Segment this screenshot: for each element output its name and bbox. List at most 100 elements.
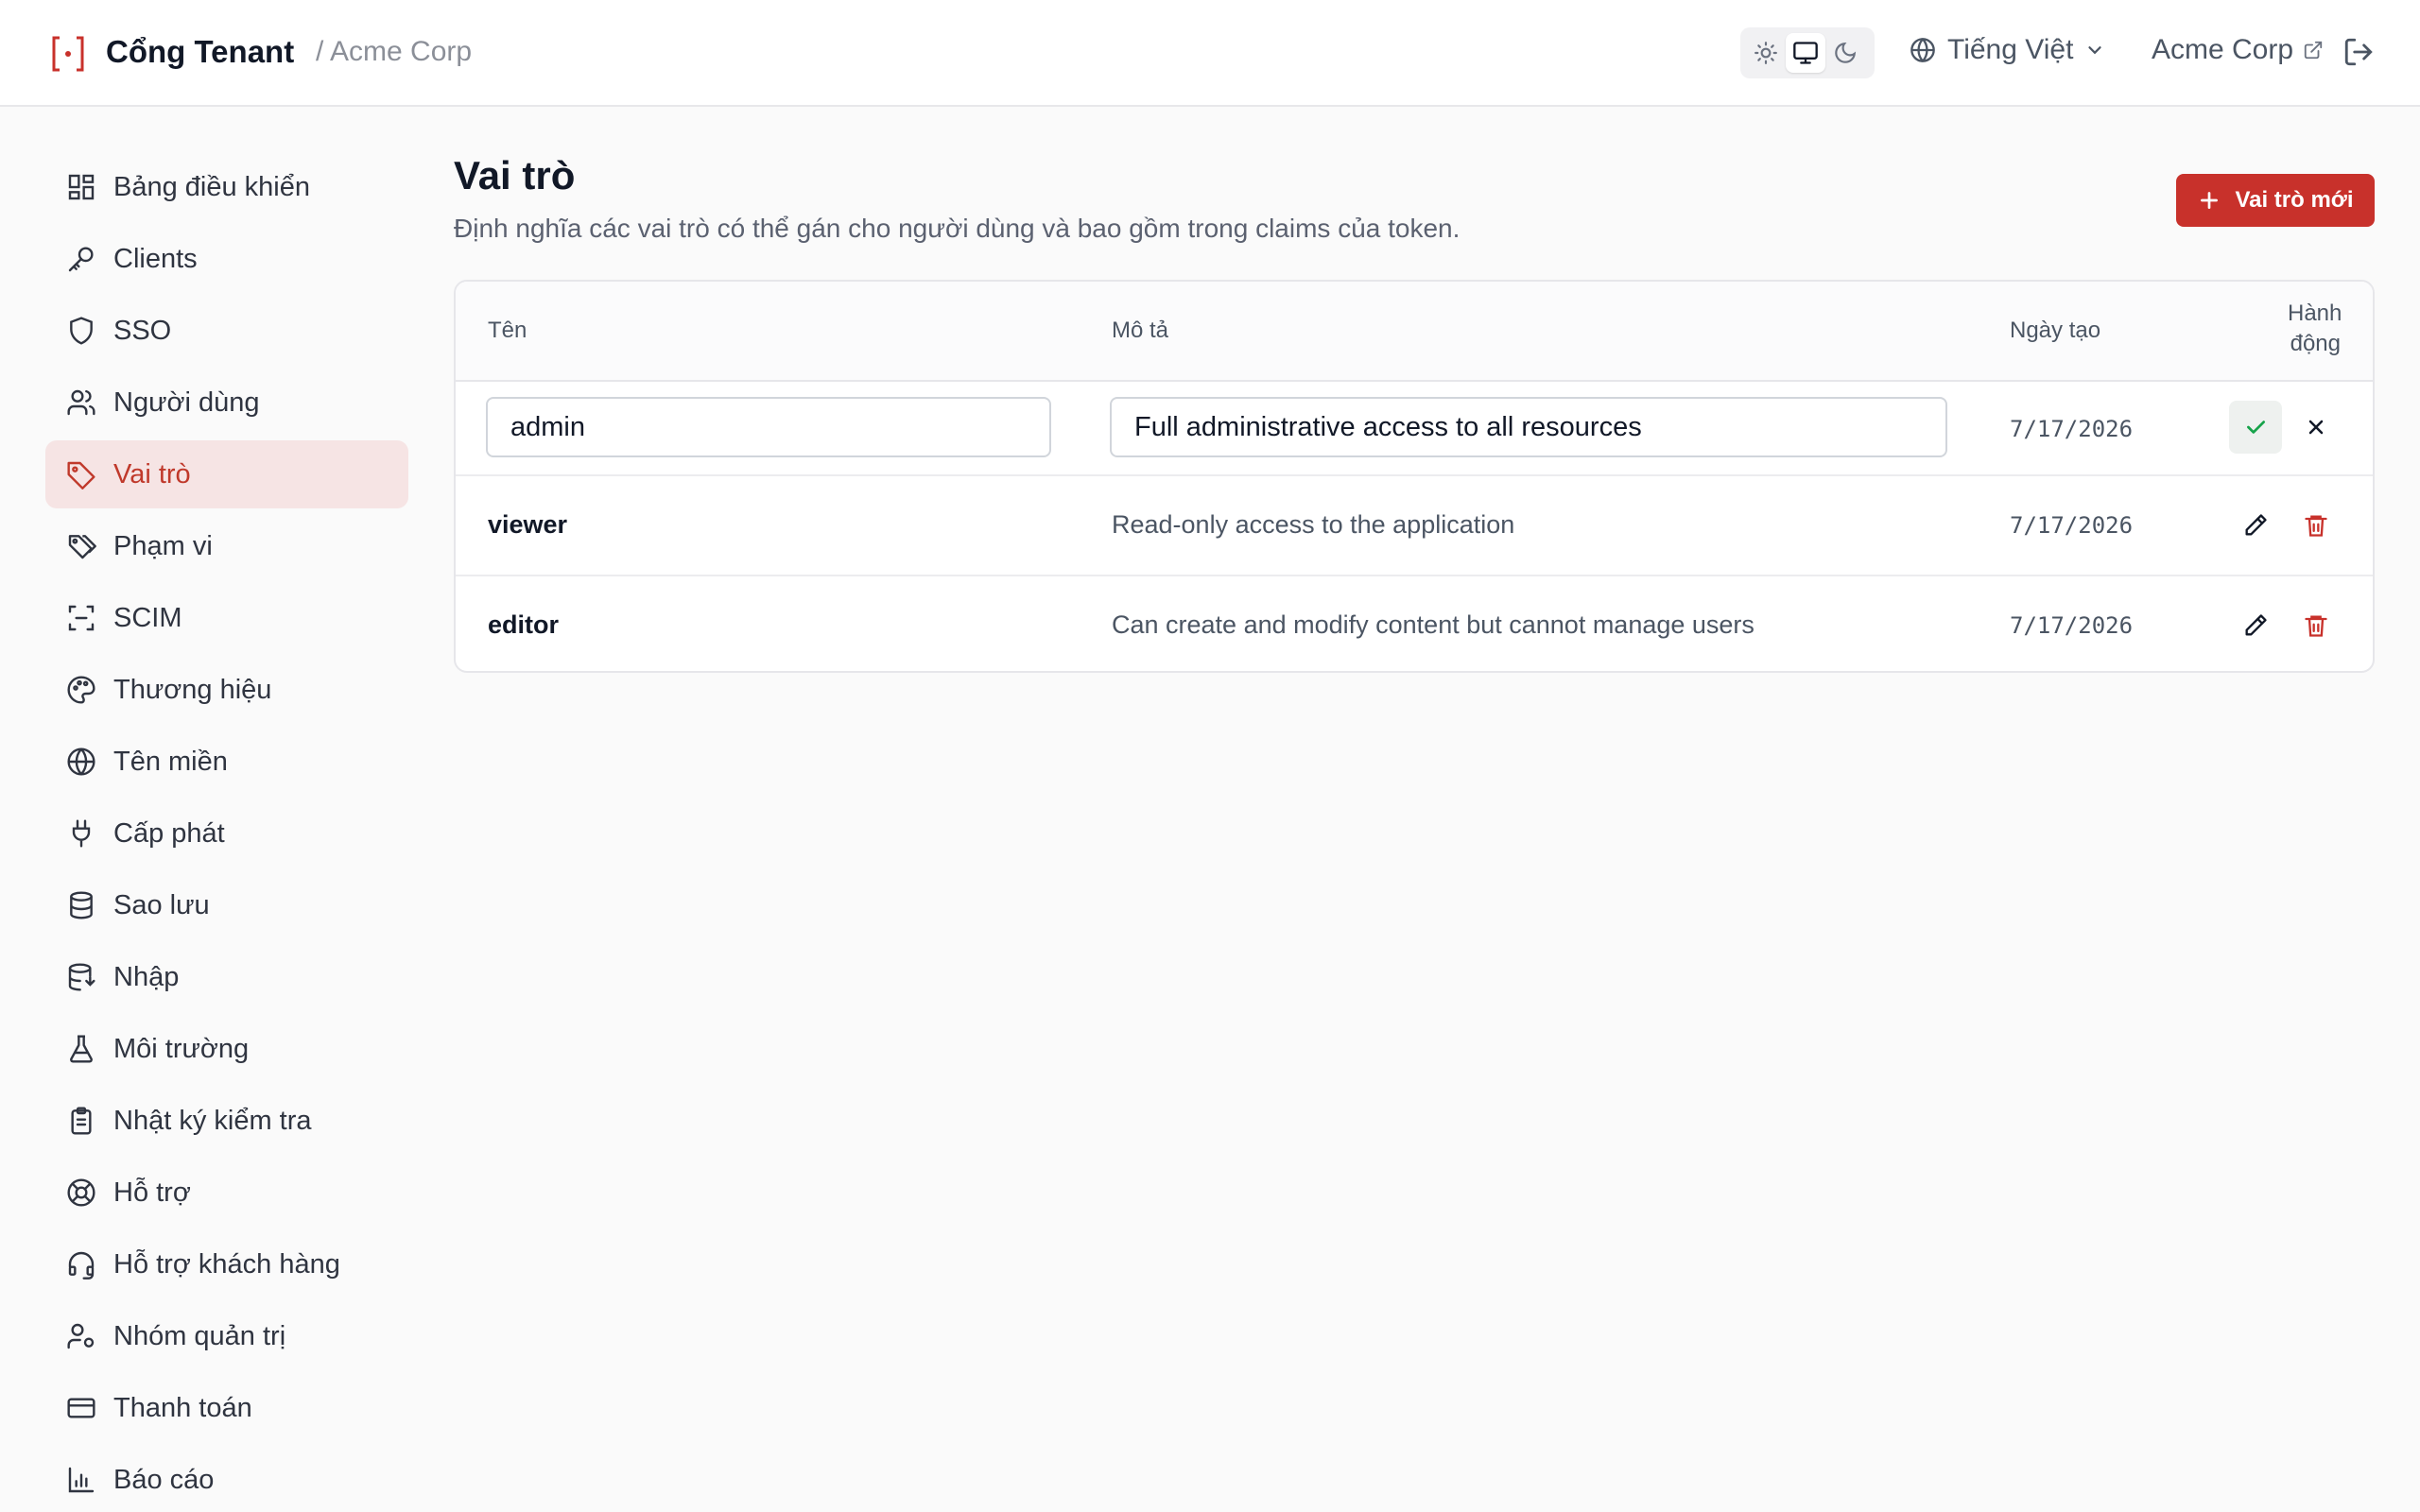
sidebar-item-customer-support[interactable]: Hỗ trợ khách hàng <box>45 1230 408 1298</box>
top-bar: Cổng Tenant / Acme Corp Tiếng Việt Acme … <box>0 0 2420 107</box>
sidebar-item-roles[interactable]: Vai trò <box>45 440 408 508</box>
tenant-external-link[interactable]: Acme Corp <box>2152 34 2324 66</box>
sun-icon <box>1754 42 1777 64</box>
role-description: Can create and modify content but cannot… <box>1112 610 1754 639</box>
plug-icon <box>72 819 91 848</box>
flask-icon <box>70 1035 93 1063</box>
sidebar-item-audit-log[interactable]: Nhật ký kiểm tra <box>45 1087 408 1155</box>
sidebar-item-support[interactable]: Hỗ trợ <box>45 1159 408 1227</box>
database-import-icon <box>68 963 95 991</box>
table-header: Tên Mô tả Ngày tạo Hành động <box>456 282 2373 382</box>
sidebar-item-label: Sao lưu <box>113 889 210 920</box>
delete-button[interactable] <box>2290 499 2342 552</box>
sidebar-item-label: Thanh toán <box>113 1392 252 1423</box>
database-icon <box>70 891 93 919</box>
new-role-button[interactable]: Vai trò mới <box>2176 174 2375 227</box>
theme-dark-button[interactable] <box>1825 33 1865 73</box>
globe-icon <box>67 747 95 776</box>
sidebar-item-scopes[interactable]: Phạm vi <box>45 512 408 580</box>
page-description: Định nghĩa các vai trò có thể gán cho ng… <box>454 214 1461 243</box>
theme-system-button[interactable] <box>1786 33 1825 73</box>
pencil-icon <box>2245 514 2267 536</box>
sidebar-item-clients[interactable]: Clients <box>45 225 408 293</box>
sidebar-item-label: Cấp phát <box>113 817 225 849</box>
theme-light-button[interactable] <box>1746 33 1786 73</box>
sidebar-item-environments[interactable]: Môi trường <box>45 1015 408 1083</box>
sidebar-item-label: SCIM <box>113 602 182 633</box>
table-row: viewer Read-only access to the applicati… <box>456 476 2373 576</box>
sidebar-item-users[interactable]: Người dùng <box>45 369 408 437</box>
plus-icon <box>2201 192 2219 209</box>
pencil-icon <box>2245 614 2267 636</box>
tag-icon <box>67 461 95 490</box>
sidebar-item-provisioning[interactable]: Cấp phát <box>45 799 408 868</box>
lifebuoy-icon <box>67 1178 95 1207</box>
sidebar-item-label: Môi trường <box>113 1033 250 1064</box>
trash-icon <box>2305 515 2327 537</box>
scan-icon <box>68 605 95 631</box>
headset-icon <box>68 1251 95 1280</box>
role-name: viewer <box>488 510 568 539</box>
sidebar-item-label: Hỗ trợ <box>113 1177 191 1208</box>
sidebar-item-reports[interactable]: Báo cáo <box>45 1446 408 1512</box>
globe-icon <box>1910 38 1935 62</box>
moon-icon <box>1835 42 1857 63</box>
sidebar-item-label: Thương hiệu <box>113 674 272 705</box>
created-date: 7/17/2026 <box>2010 512 2134 539</box>
new-role-label: Vai trò mới <box>2235 187 2354 213</box>
sidebar-item-label: Nhật ký kiểm tra <box>113 1105 312 1136</box>
language-label: Tiếng Việt <box>1947 34 2074 65</box>
chevron-down-icon <box>2088 46 2102 55</box>
sidebar-item-scim[interactable]: SCIM <box>45 584 408 652</box>
sidebar-item-admin-groups[interactable]: Nhóm quản trị <box>45 1302 408 1370</box>
shield-icon <box>70 317 93 345</box>
sidebar-item-sso[interactable]: SSO <box>45 297 408 365</box>
edit-button[interactable] <box>2229 499 2282 552</box>
column-actions-header-line2: động <box>2290 331 2341 356</box>
sidebar-item-label: Bảng điều khiển <box>113 171 310 202</box>
sidebar: Bảng điều khiển Clients SSO Người dùng V… <box>45 153 408 1512</box>
created-date: 7/17/2026 <box>2010 416 2134 442</box>
sidebar-item-label: Clients <box>113 243 198 274</box>
role-name-input[interactable] <box>486 397 1051 457</box>
users-icon <box>67 389 95 416</box>
logout-button[interactable] <box>2342 36 2375 68</box>
delete-button[interactable] <box>2290 599 2342 652</box>
sidebar-item-backup[interactable]: Sao lưu <box>45 871 408 939</box>
sidebar-item-domains[interactable]: Tên miền <box>45 728 408 796</box>
column-created-header: Ngày tạo <box>2010 318 2101 343</box>
dashboard-icon <box>68 174 95 200</box>
check-icon <box>2247 421 2266 434</box>
tags-icon <box>68 535 96 559</box>
sidebar-item-label: Người dùng <box>113 387 260 418</box>
user-cog-icon <box>67 1323 95 1349</box>
sidebar-item-label: SSO <box>113 315 172 346</box>
close-icon <box>2308 420 2324 435</box>
language-selector[interactable]: Tiếng Việt <box>1910 34 2105 66</box>
sidebar-item-label: Tên miền <box>113 746 228 777</box>
sidebar-item-label: Nhóm quản trị <box>113 1320 286 1351</box>
trash-icon <box>2305 615 2327 637</box>
sidebar-item-label: Hỗ trợ khách hàng <box>113 1248 340 1280</box>
edit-button[interactable] <box>2229 599 2282 652</box>
sidebar-item-branding[interactable]: Thương hiệu <box>45 656 408 724</box>
sidebar-item-label: Báo cáo <box>113 1464 215 1495</box>
sidebar-item-dashboard[interactable]: Bảng điều khiển <box>45 153 408 221</box>
external-link-icon <box>2304 41 2323 60</box>
sidebar-item-label: Phạm vi <box>113 530 213 561</box>
bar-chart-icon <box>68 1467 95 1493</box>
role-description-input[interactable] <box>1110 397 1947 457</box>
column-name-header: Tên <box>488 318 527 343</box>
table-row: editor Can create and modify content but… <box>456 576 2373 671</box>
table-row-editing: 7/17/2026 <box>456 382 2373 476</box>
save-button[interactable] <box>2229 401 2282 454</box>
sidebar-item-billing[interactable]: Thanh toán <box>45 1374 408 1442</box>
column-actions-header-line1: Hành <box>2288 301 2342 326</box>
sidebar-item-import[interactable]: Nhập <box>45 943 408 1011</box>
theme-switcher <box>1740 27 1875 78</box>
cancel-button[interactable] <box>2290 401 2342 454</box>
key-icon <box>68 247 94 272</box>
palette-icon <box>67 676 95 704</box>
role-name: editor <box>488 610 560 639</box>
brand-name[interactable]: Cổng Tenant <box>106 34 294 70</box>
